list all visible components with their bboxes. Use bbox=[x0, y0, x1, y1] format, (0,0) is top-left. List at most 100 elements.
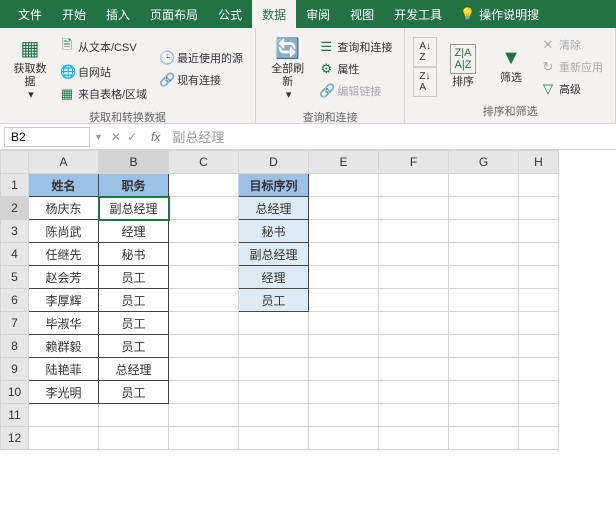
cell[interactable] bbox=[519, 358, 559, 381]
cell[interactable] bbox=[449, 358, 519, 381]
cell[interactable]: 员工 bbox=[99, 312, 169, 335]
cell[interactable] bbox=[379, 312, 449, 335]
edit-links-button[interactable]: 🔗编辑链接 bbox=[315, 81, 396, 101]
row-header[interactable]: 5 bbox=[1, 266, 29, 289]
cell[interactable] bbox=[169, 289, 239, 312]
recent-sources-button[interactable]: 🕒最近使用的源 bbox=[155, 48, 247, 68]
cell[interactable] bbox=[169, 427, 239, 450]
cell[interactable] bbox=[379, 427, 449, 450]
cell[interactable] bbox=[519, 312, 559, 335]
col-header[interactable]: F bbox=[379, 151, 449, 174]
sort-button[interactable]: Z|AA|Z 排序 bbox=[441, 32, 485, 101]
cell[interactable] bbox=[519, 289, 559, 312]
tab-layout[interactable]: 页面布局 bbox=[140, 0, 208, 29]
cell[interactable] bbox=[519, 197, 559, 220]
fx-icon[interactable]: fx bbox=[151, 130, 160, 144]
cell[interactable] bbox=[309, 335, 379, 358]
row-header[interactable]: 12 bbox=[1, 427, 29, 450]
cell[interactable] bbox=[379, 197, 449, 220]
cell[interactable] bbox=[29, 404, 99, 427]
cell[interactable] bbox=[239, 427, 309, 450]
cell[interactable] bbox=[239, 381, 309, 404]
cell[interactable] bbox=[309, 381, 379, 404]
cell[interactable] bbox=[309, 243, 379, 266]
chevron-down-icon[interactable]: ▼ bbox=[94, 132, 103, 142]
cell[interactable] bbox=[309, 358, 379, 381]
cell[interactable] bbox=[449, 266, 519, 289]
filter-button[interactable]: ▼ 筛选 bbox=[489, 32, 533, 101]
cell[interactable]: 经理 bbox=[99, 220, 169, 243]
cell-active[interactable]: 副总经理 bbox=[99, 197, 169, 220]
cell[interactable] bbox=[239, 335, 309, 358]
cell[interactable]: 员工 bbox=[99, 381, 169, 404]
cell[interactable]: 陆艳菲 bbox=[29, 358, 99, 381]
cell[interactable]: 杨庆东 bbox=[29, 197, 99, 220]
cell[interactable]: 总经理 bbox=[239, 197, 309, 220]
cell[interactable] bbox=[379, 174, 449, 197]
cell[interactable] bbox=[379, 289, 449, 312]
cell[interactable] bbox=[519, 266, 559, 289]
col-header[interactable]: H bbox=[519, 151, 559, 174]
tab-review[interactable]: 审阅 bbox=[296, 0, 340, 29]
col-header[interactable]: C bbox=[169, 151, 239, 174]
cell[interactable] bbox=[449, 197, 519, 220]
cell[interactable] bbox=[169, 266, 239, 289]
cell[interactable] bbox=[379, 266, 449, 289]
cell[interactable] bbox=[309, 266, 379, 289]
cell[interactable] bbox=[519, 174, 559, 197]
tab-view[interactable]: 视图 bbox=[340, 0, 384, 29]
col-header[interactable]: D bbox=[239, 151, 309, 174]
cell[interactable] bbox=[379, 381, 449, 404]
col-header[interactable]: B bbox=[99, 151, 169, 174]
cell[interactable] bbox=[519, 220, 559, 243]
tell-me[interactable]: 💡操作说明搜 bbox=[460, 6, 539, 23]
tab-file[interactable]: 文件 bbox=[8, 0, 52, 29]
cell[interactable]: 李光明 bbox=[29, 381, 99, 404]
row-header[interactable]: 8 bbox=[1, 335, 29, 358]
cell[interactable]: 姓名 bbox=[29, 174, 99, 197]
cell[interactable]: 秘书 bbox=[239, 220, 309, 243]
cell[interactable]: 赵会芳 bbox=[29, 266, 99, 289]
cell[interactable] bbox=[309, 289, 379, 312]
cell[interactable]: 员工 bbox=[99, 266, 169, 289]
cell[interactable]: 任继先 bbox=[29, 243, 99, 266]
row-header[interactable]: 7 bbox=[1, 312, 29, 335]
name-box[interactable] bbox=[4, 127, 90, 147]
cell[interactable] bbox=[519, 243, 559, 266]
get-data-button[interactable]: ▦ 获取数 据▾ bbox=[8, 32, 52, 107]
tab-dev[interactable]: 开发工具 bbox=[384, 0, 452, 29]
row-header[interactable]: 4 bbox=[1, 243, 29, 266]
cell[interactable] bbox=[169, 312, 239, 335]
properties-button[interactable]: ⚙属性 bbox=[315, 59, 396, 79]
from-table-button[interactable]: ▦来自表格/区域 bbox=[56, 84, 151, 104]
cell[interactable] bbox=[449, 381, 519, 404]
reapply-button[interactable]: ↻重新应用 bbox=[537, 57, 607, 77]
cell[interactable] bbox=[239, 312, 309, 335]
cell[interactable] bbox=[379, 358, 449, 381]
worksheet[interactable]: A B C D E F G H 1 姓名 职务 目标序列 2 杨庆东 副总经理 … bbox=[0, 150, 616, 450]
cell[interactable] bbox=[169, 404, 239, 427]
cell[interactable] bbox=[99, 427, 169, 450]
cell[interactable]: 员工 bbox=[99, 289, 169, 312]
cell[interactable] bbox=[449, 335, 519, 358]
cell[interactable] bbox=[169, 197, 239, 220]
cell[interactable]: 职务 bbox=[99, 174, 169, 197]
cell[interactable] bbox=[169, 174, 239, 197]
cell[interactable] bbox=[519, 381, 559, 404]
row-header[interactable]: 9 bbox=[1, 358, 29, 381]
cell[interactable]: 目标序列 bbox=[239, 174, 309, 197]
cell[interactable] bbox=[239, 404, 309, 427]
cell[interactable] bbox=[169, 381, 239, 404]
cell[interactable] bbox=[169, 358, 239, 381]
cancel-formula-icon[interactable]: ✕ bbox=[111, 130, 121, 144]
col-header[interactable]: A bbox=[29, 151, 99, 174]
tab-formulas[interactable]: 公式 bbox=[208, 0, 252, 29]
cell[interactable] bbox=[169, 220, 239, 243]
col-header[interactable]: G bbox=[449, 151, 519, 174]
tab-insert[interactable]: 插入 bbox=[96, 0, 140, 29]
row-header[interactable]: 6 bbox=[1, 289, 29, 312]
cell[interactable]: 总经理 bbox=[99, 358, 169, 381]
cell[interactable] bbox=[309, 427, 379, 450]
cell[interactable] bbox=[379, 220, 449, 243]
cell[interactable] bbox=[239, 358, 309, 381]
